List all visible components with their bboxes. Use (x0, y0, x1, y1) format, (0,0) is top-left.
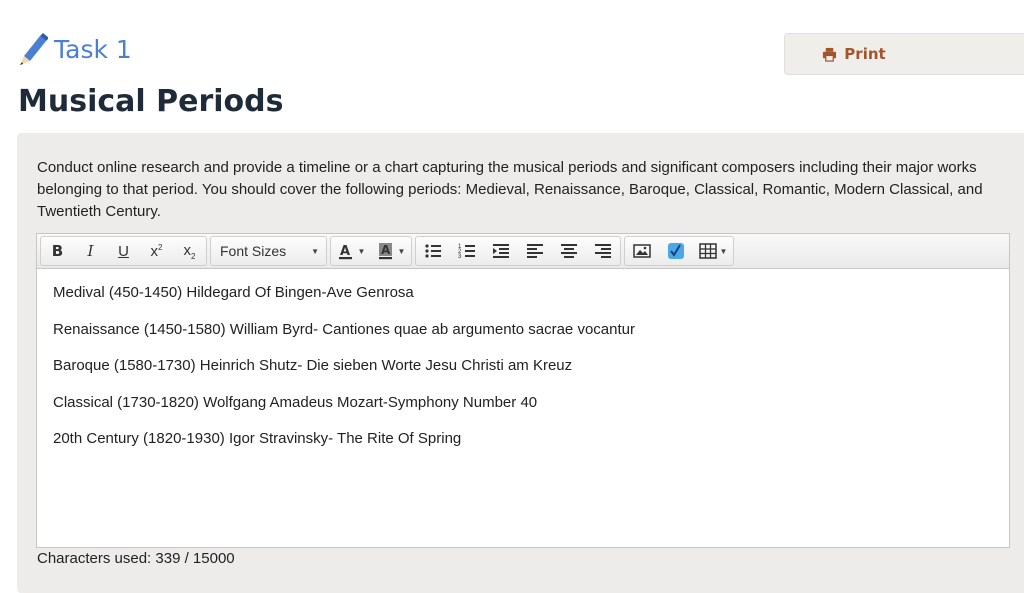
character-count: Characters used: 339 / 15000 (37, 550, 235, 567)
page-title: Musical Periods (18, 84, 284, 119)
printer-icon (823, 47, 837, 62)
print-label: Print (844, 45, 886, 63)
underline-button[interactable]: U (107, 237, 140, 265)
pencil-icon (20, 33, 48, 65)
italic-icon: I (87, 242, 94, 260)
editor-line: 20th Century (1820-1930) Igor Stravinsky… (53, 430, 462, 447)
print-button[interactable]: Print (784, 33, 1024, 75)
text-color-icon: A (338, 244, 352, 260)
bold-icon: B (51, 242, 64, 260)
font-sizes-label: Font Sizes (220, 243, 287, 259)
bullet-list-button[interactable] (416, 237, 450, 265)
insert-table-button[interactable]: ▼ (693, 237, 733, 265)
font-size-group: Font Sizes ▼ (210, 236, 327, 266)
task-header: Task 1 (18, 32, 132, 66)
paragraph-group: 123 (415, 236, 621, 266)
bullet-list-icon (425, 244, 441, 258)
format-group: B I U x2 x2 (40, 236, 207, 266)
image-icon (633, 244, 651, 258)
equation-icon (668, 243, 684, 259)
task-label: Task 1 (54, 34, 132, 64)
align-center-icon (561, 244, 577, 258)
subscript-button[interactable]: x2 (173, 237, 206, 265)
editor-line: Medival (450-1450) Hildegard Of Bingen-A… (53, 284, 414, 301)
background-color-button[interactable]: A ▼ (371, 237, 411, 265)
text-color-button[interactable]: A ▼ (331, 237, 371, 265)
superscript-icon: x2 (150, 242, 163, 260)
numbered-list-button[interactable]: 123 (450, 237, 484, 265)
color-group: A ▼ A ▼ (330, 236, 412, 266)
superscript-button[interactable]: x2 (140, 237, 173, 265)
editor-line: Renaissance (1450-1580) William Byrd- Ca… (53, 320, 635, 338)
task-instructions: Conduct online research and provide a ti… (37, 159, 983, 220)
chevron-down-icon: ▼ (311, 246, 319, 256)
align-center-button[interactable] (552, 237, 586, 265)
background-color-icon: A (378, 243, 392, 260)
svg-text:3: 3 (458, 254, 462, 260)
insert-image-button[interactable] (625, 237, 659, 265)
editor-toolbar: B I U x2 x2 Font Sizes ▼ A ▼ A ▼ 1 2 3 ▼ (37, 234, 1009, 269)
subscript-icon: x2 (183, 241, 196, 261)
insert-group: ▼ (624, 236, 734, 266)
bold-button[interactable]: B (41, 237, 74, 265)
table-icon (698, 243, 717, 259)
chevron-down-icon: ▼ (357, 246, 366, 256)
indent-icon (493, 244, 509, 258)
svg-text:A: A (381, 243, 391, 257)
svg-text:A: A (340, 244, 350, 259)
align-left-icon (527, 244, 543, 258)
chevron-down-icon: ▼ (397, 246, 406, 256)
editor-line: Classical (1730-1820) Wolfgang Amadeus M… (53, 393, 538, 411)
editor-content[interactable]: Medival (450-1450) Hildegard Of Bingen-A… (37, 269, 1009, 480)
numbered-list-icon: 123 (458, 244, 475, 260)
align-right-icon (595, 244, 611, 258)
align-right-button[interactable] (586, 237, 620, 265)
align-left-button[interactable] (518, 237, 552, 265)
font-sizes-dropdown[interactable]: Font Sizes ▼ (211, 237, 326, 265)
editor-line: Baroque (1580-1730) Heinrich Shutz- Die … (53, 357, 573, 374)
insert-equation-button[interactable] (659, 237, 693, 265)
italic-button[interactable]: I (74, 237, 107, 265)
chevron-down-icon: ▼ (719, 246, 728, 256)
indent-button[interactable] (484, 237, 518, 265)
underline-icon: U (118, 242, 129, 260)
rich-text-editor: B I U x2 x2 Font Sizes ▼ A ▼ A ▼ 1 2 3 ▼… (36, 233, 1010, 548)
